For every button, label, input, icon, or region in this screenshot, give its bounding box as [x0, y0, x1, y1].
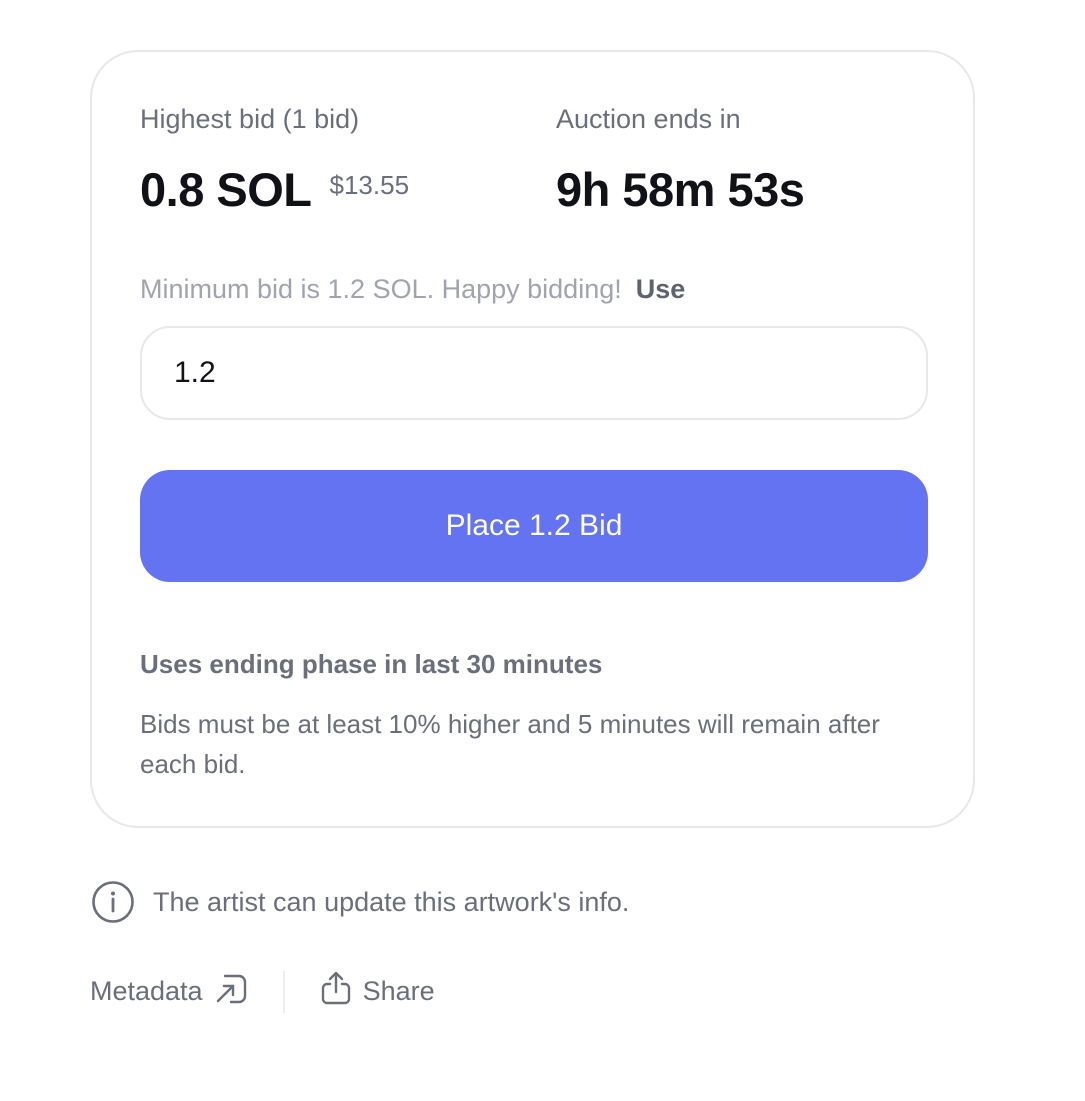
highest-bid-value: 0.8 SOL $13.55	[140, 162, 409, 217]
ending-phase-description: Bids must be at least 10% higher and 5 m…	[140, 709, 880, 779]
ending-phase-title: Uses ending phase in last 30 minutes	[140, 649, 603, 679]
highest-bid-label: Highest bid (1 bid)	[140, 104, 360, 134]
metadata-link[interactable]: Metadata	[90, 970, 249, 1013]
artist-info-text: The artist can update this artwork's inf…	[153, 886, 630, 917]
bid-amount: 0.8 SOL	[140, 163, 312, 216]
footer-actions: Metadata Share	[90, 970, 435, 1013]
external-link-icon	[213, 970, 249, 1013]
bid-amount-input[interactable]	[140, 326, 928, 420]
share-label: Share	[362, 976, 435, 1006]
auction-ends-label: Auction ends in	[556, 104, 741, 134]
info-icon	[91, 880, 135, 924]
artist-info-notice: The artist can update this artwork's inf…	[91, 880, 629, 924]
use-minimum-button[interactable]: Use	[636, 274, 686, 304]
minimum-bid-text: Minimum bid is 1.2 SOL. Happy bidding!	[140, 274, 622, 304]
footer-divider	[282, 970, 285, 1013]
place-bid-button[interactable]: Place 1.2 Bid	[140, 470, 928, 582]
share-icon	[319, 970, 353, 1013]
metadata-label: Metadata	[90, 976, 203, 1006]
share-link[interactable]: Share	[319, 970, 435, 1013]
minimum-bid-row: Minimum bid is 1.2 SOL. Happy bidding! Us…	[140, 274, 685, 305]
bid-card: Highest bid (1 bid) Auction ends in 0.8 …	[90, 50, 975, 828]
bid-usd-value: $13.55	[329, 170, 410, 200]
auction-countdown: 9h 58m 53s	[556, 163, 805, 216]
